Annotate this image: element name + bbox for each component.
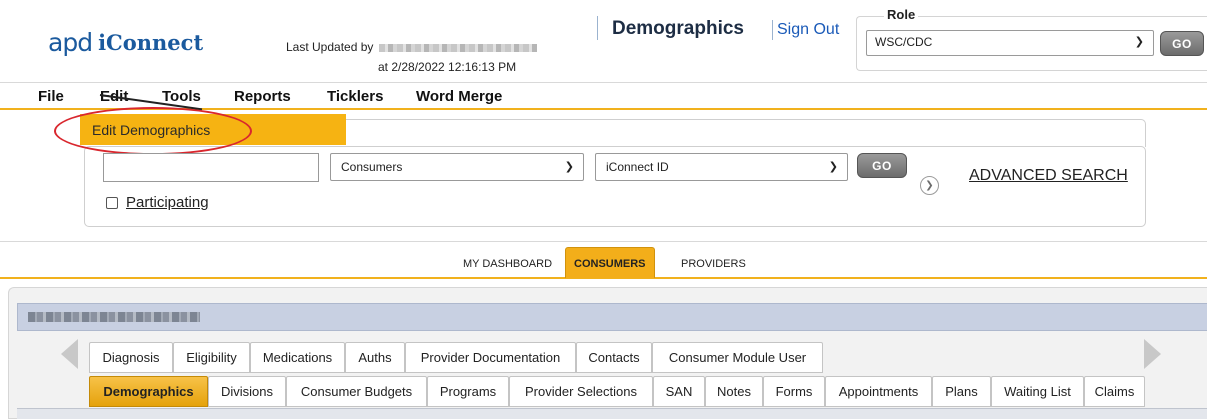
sign-out-link[interactable]: Sign Out: [777, 21, 839, 39]
chevron-down-icon: ❯: [1134, 36, 1144, 48]
app-logo: apd iConnect: [48, 27, 203, 57]
search-type-select[interactable]: Consumers ❯: [330, 153, 584, 181]
tab-waiting-list[interactable]: Waiting List: [991, 376, 1084, 407]
search-panel-top-border: [345, 119, 1146, 147]
tab-forms[interactable]: Forms: [763, 376, 825, 407]
tab-my-dashboard[interactable]: MY DASHBOARD: [463, 258, 552, 270]
participating-label[interactable]: Participating: [126, 194, 209, 211]
page-title: Demographics: [612, 18, 744, 39]
consumer-name-redacted: [28, 312, 200, 322]
tab-demographics[interactable]: Demographics: [89, 376, 208, 407]
menu-ticklers[interactable]: Ticklers: [327, 88, 383, 105]
role-label: Role: [884, 7, 919, 22]
last-updated-prefix: Last Updated by: [286, 40, 374, 54]
chevron-down-icon: ❯: [828, 161, 838, 173]
role-select[interactable]: WSC/CDC ❯: [866, 30, 1154, 56]
annotation-highlight-ellipse: [54, 107, 252, 155]
participating-checkbox[interactable]: [106, 196, 118, 209]
search-field-select[interactable]: iConnect ID ❯: [595, 153, 848, 181]
tab-diagnosis[interactable]: Diagnosis: [89, 342, 173, 373]
tab-consumer-budgets[interactable]: Consumer Budgets: [286, 376, 427, 407]
tab-provider-selections[interactable]: Provider Selections: [509, 376, 653, 407]
search-go-button[interactable]: GO: [857, 153, 907, 178]
section-divider: [0, 241, 1207, 242]
signout-divider: [772, 20, 773, 40]
tab-providers[interactable]: PROVIDERS: [681, 258, 746, 270]
tab-appointments[interactable]: Appointments: [825, 376, 932, 407]
tab-programs[interactable]: Programs: [427, 376, 509, 407]
role-select-value: WSC/CDC: [875, 35, 933, 49]
search-type-value: Consumers: [341, 160, 403, 174]
last-updated-date: at 2/28/2022 12:16:13 PM: [378, 60, 517, 74]
tab-auths[interactable]: Auths: [345, 342, 405, 373]
search-field-value: iConnect ID: [606, 160, 669, 174]
tab-eligibility[interactable]: Eligibility: [173, 342, 250, 373]
tab-san[interactable]: SAN: [653, 376, 705, 407]
tab-claims[interactable]: Claims: [1084, 376, 1145, 407]
tab-medications[interactable]: Medications: [250, 342, 345, 373]
consumer-name-bar: [17, 303, 1207, 331]
tab-content-border: [17, 408, 1207, 419]
tab-plans[interactable]: Plans: [932, 376, 991, 407]
menu-word-merge[interactable]: Word Merge: [416, 88, 502, 105]
tab-consumer-module-user[interactable]: Consumer Module User: [652, 342, 823, 373]
tab-contacts[interactable]: Contacts: [576, 342, 652, 373]
menu-file[interactable]: File: [38, 88, 64, 105]
advanced-search-link[interactable]: ADVANCED SEARCH: [969, 167, 1128, 185]
chevron-down-circle-icon[interactable]: ❯: [920, 176, 939, 195]
tab-divisions[interactable]: Divisions: [208, 376, 286, 407]
role-go-button[interactable]: GO: [1160, 31, 1204, 56]
participating-checkbox-row[interactable]: Participating: [106, 194, 209, 211]
menu-reports[interactable]: Reports: [234, 88, 291, 105]
logo-apd: apd: [48, 27, 93, 57]
search-input[interactable]: [103, 153, 319, 182]
arrow-right-icon[interactable]: [1144, 339, 1161, 369]
header-divider: [597, 16, 598, 40]
tab-provider-documentation[interactable]: Provider Documentation: [405, 342, 576, 373]
redacted-user: [379, 43, 538, 52]
last-updated: Last Updated by: [286, 40, 538, 54]
menu-tools[interactable]: Tools: [162, 88, 201, 105]
logo-iconnect: iConnect: [98, 29, 204, 55]
chevron-down-icon: ❯: [564, 161, 574, 173]
tab-notes[interactable]: Notes: [705, 376, 763, 407]
tab-consumers[interactable]: CONSUMERS: [565, 247, 655, 278]
arrow-left-icon[interactable]: [61, 339, 78, 369]
